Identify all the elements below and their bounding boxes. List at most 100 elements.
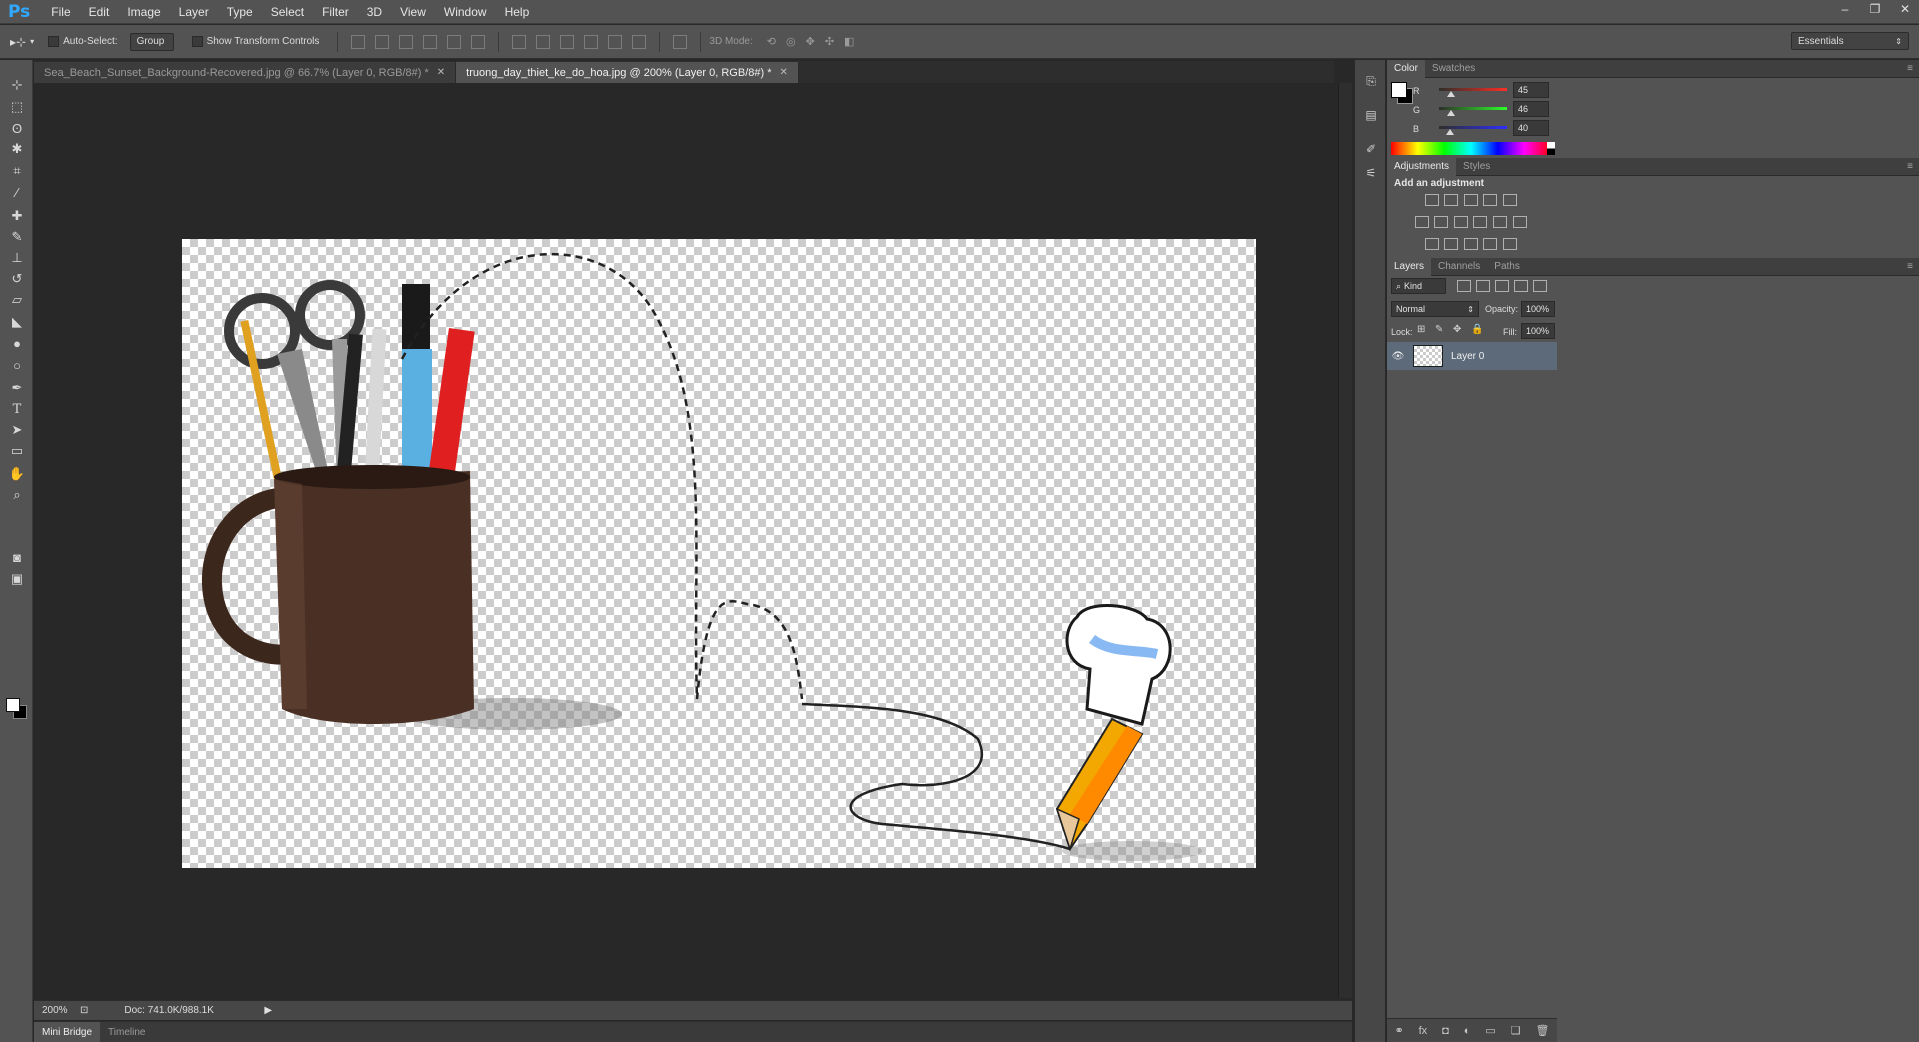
black-white-icon[interactable] <box>1454 216 1468 228</box>
green-slider[interactable]: G 46 <box>1391 101 1571 119</box>
document-tab-truong-day[interactable]: truong_day_thiet_ke_do_hoa.jpg @ 200% (L… <box>456 62 799 83</box>
foreground-color-swatch[interactable] <box>6 698 20 712</box>
layer-row[interactable]: 👁 Layer 0 <box>1387 342 1557 370</box>
align-hcenter-icon[interactable] <box>447 34 462 49</box>
document-canvas[interactable] <box>182 239 1256 868</box>
zoom-tool-icon[interactable]: ⌕ <box>7 485 27 505</box>
align-right-icon[interactable] <box>471 34 486 49</box>
tab-layers[interactable]: Layers <box>1387 257 1432 276</box>
history-brush-tool-icon[interactable]: ↺ <box>7 269 27 289</box>
tab-timeline[interactable]: Timeline <box>100 1022 153 1042</box>
menu-select[interactable]: Select <box>262 5 313 19</box>
menu-help[interactable]: Help <box>496 5 539 19</box>
3d-slide-icon[interactable]: ✣ <box>825 35 834 48</box>
align-left-icon[interactable] <box>423 34 438 49</box>
panel-menu-icon[interactable]: ≡ <box>1907 261 1913 272</box>
layer-filter-kind[interactable]: ⌕ Kind <box>1391 278 1446 294</box>
move-tool-icon[interactable]: ⊹ <box>7 75 27 95</box>
link-layers-icon[interactable]: ⚭ <box>1394 1024 1403 1037</box>
layer-name[interactable]: Layer 0 <box>1451 351 1484 362</box>
menu-file[interactable]: File <box>42 5 79 19</box>
distribute-top-icon[interactable] <box>512 34 527 49</box>
distribute-bottom-icon[interactable] <box>560 34 575 49</box>
3d-rotate-icon[interactable]: ⟲ <box>767 35 776 48</box>
filter-pixel-icon[interactable] <box>1457 280 1471 292</box>
3d-scale-icon[interactable]: ◧ <box>844 35 854 48</box>
properties-panel-icon[interactable]: ▤ <box>1363 108 1379 124</box>
auto-align-icon[interactable] <box>673 34 688 49</box>
menu-3d[interactable]: 3D <box>358 5 391 19</box>
add-mask-icon[interactable]: ◘ <box>1442 1025 1449 1037</box>
green-slider-thumb[interactable] <box>1447 110 1455 116</box>
new-layer-icon[interactable]: ❏ <box>1511 1024 1521 1037</box>
trash-icon[interactable]: 🗑 <box>1535 1024 1549 1037</box>
blue-slider[interactable]: B 40 <box>1391 120 1571 138</box>
filter-type-icon[interactable] <box>1495 280 1509 292</box>
blue-value[interactable]: 40 <box>1513 120 1549 136</box>
menu-edit[interactable]: Edit <box>80 5 119 19</box>
lasso-tool-icon[interactable]: ʘ <box>7 118 27 138</box>
blue-slider-thumb[interactable] <box>1446 129 1454 135</box>
align-vcenter-icon[interactable] <box>375 34 390 49</box>
curves-icon[interactable] <box>1464 194 1478 206</box>
filter-smart-object-icon[interactable] <box>1533 280 1547 292</box>
tab-mini-bridge[interactable]: Mini Bridge <box>34 1022 101 1042</box>
tab-paths[interactable]: Paths <box>1487 258 1527 276</box>
menu-type[interactable]: Type <box>218 5 262 19</box>
lock-pixels-icon[interactable]: ✎ <box>1435 324 1443 335</box>
black-white-ramp[interactable] <box>1547 142 1555 155</box>
filter-shape-icon[interactable] <box>1514 280 1528 292</box>
canvas-area[interactable] <box>34 83 1334 998</box>
pen-tool-icon[interactable]: ✒ <box>7 378 27 398</box>
selective-color-icon[interactable] <box>1483 238 1497 250</box>
threshold-icon[interactable] <box>1464 238 1478 250</box>
blur-tool-icon[interactable]: ● <box>7 333 27 353</box>
gradient-map-icon[interactable] <box>1503 238 1517 250</box>
distribute-right-icon[interactable] <box>632 34 647 49</box>
invert-icon[interactable] <box>1425 238 1439 250</box>
color-spectrum[interactable] <box>1391 142 1551 155</box>
close-tab-icon[interactable]: ✕ <box>437 67 445 78</box>
distribute-hcenter-icon[interactable] <box>608 34 623 49</box>
paint-bucket-tool-icon[interactable]: ◣ <box>7 312 27 332</box>
red-value[interactable]: 45 <box>1513 82 1549 98</box>
menu-view[interactable]: View <box>391 5 435 19</box>
document-tab-sea-beach[interactable]: Sea_Beach_Sunset_Background-Recovered.jp… <box>34 62 457 83</box>
posterize-icon[interactable] <box>1444 238 1458 250</box>
align-bottom-icon[interactable] <box>399 34 414 49</box>
eraser-tool-icon[interactable]: ▱ <box>7 290 27 310</box>
opacity-field[interactable]: 100% <box>1521 301 1555 317</box>
screen-mode-icon[interactable]: ▣ <box>7 569 27 589</box>
tab-swatches[interactable]: Swatches <box>1425 60 1482 78</box>
hue-saturation-icon[interactable] <box>1415 216 1429 228</box>
red-slider-thumb[interactable] <box>1447 91 1455 97</box>
lock-position-icon[interactable]: ✥ <box>1453 324 1461 335</box>
menu-image[interactable]: Image <box>118 5 169 19</box>
vibrance-icon[interactable] <box>1503 194 1517 206</box>
align-top-icon[interactable] <box>351 34 366 49</box>
channel-mixer-icon[interactable] <box>1493 216 1507 228</box>
quick-mask-icon[interactable]: ◙ <box>7 547 27 567</box>
exposure-icon[interactable] <box>1483 194 1497 206</box>
show-transform-checkbox[interactable] <box>191 36 203 47</box>
fx-icon[interactable]: fx <box>1419 1025 1428 1037</box>
panel-menu-icon[interactable]: ≡ <box>1907 63 1913 74</box>
color-lookup-icon[interactable] <box>1513 216 1527 228</box>
3d-pan-icon[interactable]: ✥ <box>806 35 815 48</box>
brush-tool-icon[interactable]: ✎ <box>7 227 27 247</box>
auto-select-checkbox[interactable] <box>48 36 60 47</box>
tab-channels[interactable]: Channels <box>1431 258 1487 276</box>
color-balance-icon[interactable] <box>1434 216 1448 228</box>
filter-adjustment-icon[interactable] <box>1476 280 1490 292</box>
panel-menu-icon[interactable]: ≡ <box>1907 161 1913 172</box>
minimize-icon[interactable]: ‒ <box>1837 2 1853 16</box>
close-tab-icon[interactable]: ✕ <box>779 67 787 78</box>
workspace-dropdown[interactable]: Essentials ⇕ <box>1791 32 1909 50</box>
menu-filter[interactable]: Filter <box>313 5 358 19</box>
photo-filter-icon[interactable] <box>1473 216 1487 228</box>
marquee-tool-icon[interactable]: ⬚ <box>7 97 27 117</box>
tab-adjustments[interactable]: Adjustments <box>1387 157 1457 176</box>
green-value[interactable]: 46 <box>1513 101 1549 117</box>
preset-dropdown-icon[interactable]: ▾ <box>30 37 34 46</box>
levels-icon[interactable] <box>1444 194 1458 206</box>
